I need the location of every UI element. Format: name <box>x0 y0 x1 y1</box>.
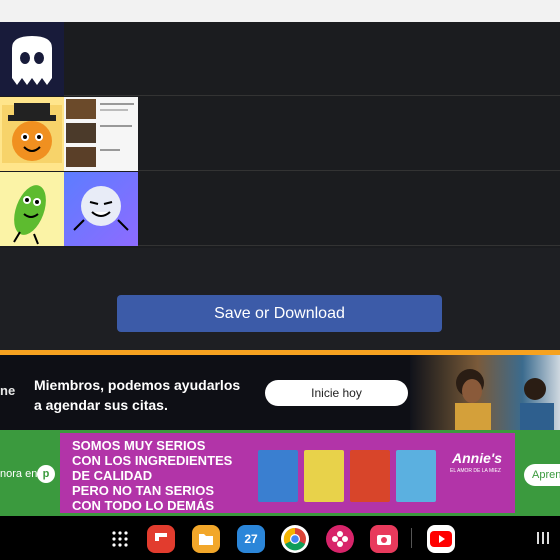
tier-row <box>0 172 560 246</box>
ad-banner-health[interactable]: ne Miembros, podemos ayudarlos a agendar… <box>0 355 560 430</box>
screenshot-thumbnail <box>66 99 134 167</box>
camera-icon[interactable] <box>370 525 398 553</box>
ad-photo <box>410 355 560 430</box>
tier-row <box>0 22 560 96</box>
taskbar-separator <box>411 528 412 548</box>
apps-grid-icon[interactable] <box>106 525 134 553</box>
product-box <box>396 450 436 502</box>
ad2-left-text: nora en <box>0 468 38 480</box>
pirate-character-icon <box>2 103 62 163</box>
bean-character-icon <box>13 185 46 245</box>
tier-label[interactable] <box>0 172 64 246</box>
ad-message: Miembros, podemos ayudarlos a agendar su… <box>34 375 240 415</box>
product-box <box>304 450 344 502</box>
tier-item-screenshot[interactable] <box>64 97 138 171</box>
tier-label[interactable] <box>0 22 64 96</box>
family-photo-icon <box>455 369 554 430</box>
ad-banner-food[interactable]: nora en p SOMOS MUY SERIOS CON LOS INGRE… <box>0 430 560 516</box>
tier-label[interactable] <box>0 97 64 171</box>
tier-item-character[interactable] <box>64 172 138 246</box>
save-or-download-button[interactable]: Save or Download <box>117 295 442 332</box>
ad-cut-text: ne <box>0 383 16 398</box>
ad2-headline-line: CON LOS INGREDIENTES <box>72 453 233 468</box>
ad2-headline-line: SOMOS MUY SERIOS <box>72 438 206 453</box>
ad-message-line1: Miembros, podemos ayudarlos <box>34 377 241 393</box>
ad2-tagline: EL AMOR DE LA MIEZ <box>450 468 501 474</box>
top-bar <box>0 0 560 22</box>
files-icon[interactable] <box>192 525 220 553</box>
chrome-icon[interactable] <box>281 525 309 553</box>
youtube-icon[interactable] <box>427 525 455 553</box>
ad-message-line2: a agendar sus citas. <box>34 397 168 413</box>
ad2-headline-line: DE CALIDAD <box>72 468 153 483</box>
ad2-headline-line: CON TODO LO DEMÁS <box>72 498 215 513</box>
product-box <box>258 450 298 502</box>
ad2-cta-button[interactable]: Apren <box>524 464 560 486</box>
coin-icon: p <box>37 465 55 483</box>
ad-cta-button[interactable]: Inicie hoy <box>265 380 408 406</box>
flower-icon[interactable] <box>326 525 354 553</box>
recents-button[interactable] <box>536 531 550 545</box>
calendar-day: 27 <box>244 532 258 546</box>
taskbar: 27 <box>0 516 560 560</box>
product-box <box>350 450 390 502</box>
ghost-icon <box>12 36 52 85</box>
snowball-character-icon <box>73 186 129 231</box>
flipboard-icon[interactable] <box>147 525 175 553</box>
calendar-icon[interactable]: 27 <box>237 525 265 553</box>
ad2-headline-line: PERO NO TAN SERIOS <box>72 483 215 498</box>
ad2-brand: Annie's <box>452 450 503 466</box>
tier-row <box>0 97 560 171</box>
ad2-headline: SOMOS MUY SERIOS CON LOS INGREDIENTES DE… <box>72 438 272 513</box>
